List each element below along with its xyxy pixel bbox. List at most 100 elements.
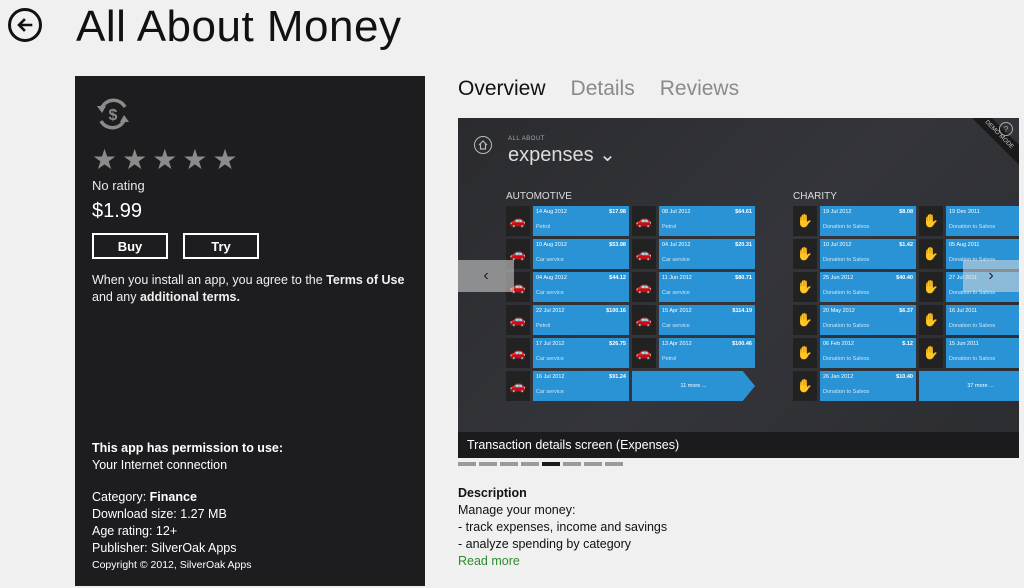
tab-details[interactable]: Details [571,77,635,101]
tile-row: 🚗 10 Aug 2012 $53.98 Car service 🚗 04 Jul 201… [506,239,755,269]
help-icon: ? [999,122,1013,136]
tile-note: Donation to Salvos [823,323,870,329]
tile-date: 19 Dec 2011 [949,209,980,215]
tile-date: 15 Jun 2011 [949,341,979,347]
tile-date: 06 Feb 2012 [823,341,854,347]
group-label-automotive: AUTOMOTIVE [506,191,572,202]
carousel-dot[interactable] [542,462,560,466]
tile-amount: $8.08 [899,209,913,215]
buy-button[interactable]: Buy [92,233,168,259]
carousel-dot[interactable] [563,462,581,466]
tile-date: 05 Aug 2011 [949,242,980,248]
app-info-panel: $ ★ ★ ★ ★ ★ No rating $1.99 Buy Try When… [75,76,425,586]
donation-hands-icon: ✋ [793,272,817,302]
description-heading: Description [458,486,527,500]
tile-date: 10 Jul 2012 [823,242,852,248]
carousel-dot[interactable] [458,462,476,466]
carousel-indicator [458,462,623,466]
donation-hands-icon: ✋ [919,206,943,236]
tile-date: 17 Jul 2012 [536,341,565,347]
terms-mid: and any [92,290,140,304]
carousel-dot[interactable] [584,462,602,466]
tile-note: Petrol [662,356,677,362]
svg-text:$: $ [109,107,118,124]
transaction-tile: 20 May 2012 $6.37 Donation to Salvos [820,305,916,335]
page-title: All About Money [76,2,402,51]
tile-note: Petrol [662,224,677,230]
donation-hands-icon: ✋ [793,371,817,401]
category-value: Finance [149,490,197,504]
tile-amount: $.12 [902,341,913,347]
transaction-tile: 14 Aug 2012 $17.98 Petrol [533,206,629,236]
car-icon: 🚗 [632,338,656,368]
terms-prefix: When you install an app, you agree to th… [92,273,327,287]
screenshot-heading: expenses ⌄ [508,144,616,166]
screenshot-prev-button[interactable]: ‹ [458,260,514,292]
tile-date: 13 Apr 2012 [662,341,692,347]
tile-amount: $17.98 [609,209,626,215]
description-line: - analyze spending by category [458,537,632,551]
tile-row: ✋ 06 Feb 2012 $.12 Donation to Salvos ✋ 15 Ju… [793,338,1019,368]
transaction-tile: 26 Jan 2012 $10.40 Donation to Salvos [820,371,916,401]
transaction-tile: 10 Aug 2012 $53.98 Car service [533,239,629,269]
group-label-charity: CHARITY [793,191,837,202]
carousel-dot[interactable] [479,462,497,466]
tile-note: Donation to Salvos [949,323,996,329]
description: Description Manage your money: - track e… [458,485,667,570]
transaction-tile: 08 Jul 2012 $64.61 Petrol [659,206,755,236]
tile-amount: $114.19 [732,308,752,314]
transaction-tile: 04 Aug 2012 $44.12 Car service [533,272,629,302]
tile-date: 19 Jul 2012 [823,209,852,215]
try-button[interactable]: Try [183,233,259,259]
carousel-dot[interactable] [500,462,518,466]
donation-hands-icon: ✋ [919,272,943,302]
star-icon: ★ [152,144,178,175]
read-more-link[interactable]: Read more [458,553,667,570]
carousel-dot[interactable] [521,462,539,466]
tile-amount: $64.61 [735,209,752,215]
tile-note: Petrol [536,323,551,329]
donation-hands-icon: ✋ [919,239,943,269]
tile-amount: $20.31 [735,242,752,248]
tile-amount: $91.24 [609,374,626,380]
terms-of-use-link[interactable]: Terms of Use [326,273,404,287]
tile-amount: $80.71 [735,275,752,281]
donation-hands-icon: ✋ [793,239,817,269]
category: Category: Finance [92,489,251,506]
car-icon: 🚗 [632,239,656,269]
terms-text: When you install an app, you agree to th… [92,272,417,306]
tab-reviews[interactable]: Reviews [660,77,739,101]
donation-hands-icon: ✋ [793,305,817,335]
tile-date: 16 Jul 2011 [949,308,978,314]
tab-bar: Overview Details Reviews [458,77,739,101]
screenshot-caption: Transaction details screen (Expenses) [458,432,1019,458]
rating-text: No rating [92,178,145,193]
screenshot-next-button[interactable]: › [963,260,1019,292]
tile-amount: $6.37 [899,308,913,314]
tile-date: 04 Aug 2012 [536,275,567,281]
tile-note: Car service [536,356,564,362]
transaction-tile: 22 Jul 2012 $100.16 Petrol [533,305,629,335]
tile-note: Donation to Salvos [949,356,996,362]
tile-note: Car service [662,323,690,329]
publisher: Publisher: SilverOak Apps [92,541,237,555]
car-icon: 🚗 [506,371,530,401]
tile-row: 🚗 04 Aug 2012 $44.12 Car service 🚗 11 Jun 201… [506,272,755,302]
carousel-dot[interactable] [605,462,623,466]
tile-note: Petrol [536,224,551,230]
additional-terms-link[interactable]: additional terms. [140,290,240,304]
donation-hands-icon: ✋ [919,305,943,335]
donation-hands-icon: ✋ [919,338,943,368]
back-arrow-icon [17,18,33,32]
tile-amount: $10.40 [896,374,913,380]
transaction-tile: 13 Apr 2012 $100.46 Petrol [659,338,755,368]
more-tile: 11 more ... [632,371,755,401]
tile-amount: $100.46 [732,341,752,347]
donation-hands-icon: ✋ [793,206,817,236]
transaction-tile: 16 Jul 2012 $91.24 Car service [533,371,629,401]
tile-row: 🚗 17 Jul 2012 $26.75 Car service 🚗 13 Apr 201… [506,338,755,368]
back-button[interactable] [8,8,42,42]
dollar-cycle-icon: $ [97,98,129,130]
tab-overview[interactable]: Overview [458,77,546,101]
transaction-tile: 15 Jun 2011 Donation to Salvos [946,338,1019,368]
